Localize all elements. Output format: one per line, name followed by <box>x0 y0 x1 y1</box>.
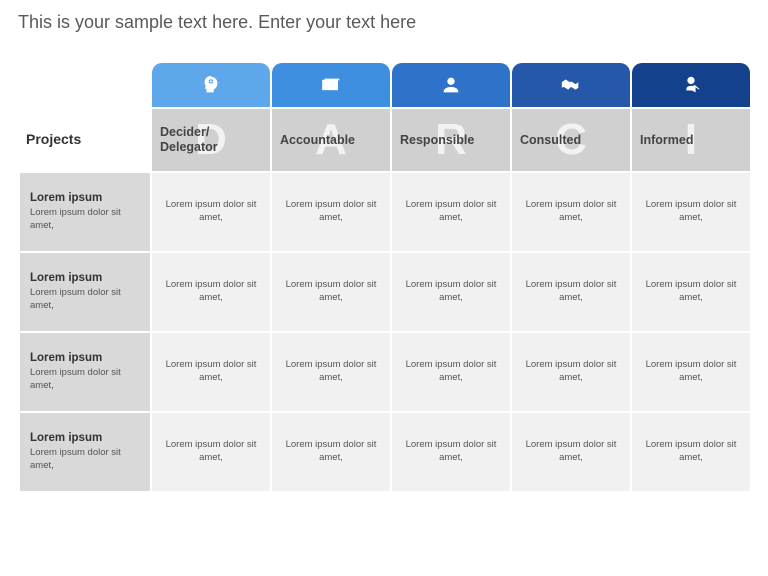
column-icon-decider <box>152 63 270 107</box>
cell: Lorem ipsum dolor sit amet, <box>632 253 750 331</box>
cell: Lorem ipsum dolor sit amet, <box>512 333 630 411</box>
column-icon-responsible <box>392 63 510 107</box>
project-title: Lorem ipsum <box>30 352 140 364</box>
megaphone-icon <box>680 74 702 96</box>
project-title: Lorem ipsum <box>30 192 140 204</box>
darci-table: Projects D Decider/Delegator A Accountab… <box>18 61 752 493</box>
cell: Lorem ipsum dolor sit amet, <box>272 413 390 491</box>
header-informed-label: Informed <box>640 133 693 148</box>
column-icon-accountable <box>272 63 390 107</box>
header-accountable-label: Accountable <box>280 133 355 148</box>
header-informed: I Informed <box>632 109 750 171</box>
header-accountable: A Accountable <box>272 109 390 171</box>
head-gear-icon <box>200 74 222 96</box>
project-cell: Lorem ipsum Lorem ipsum dolor sit amet, <box>20 173 150 251</box>
header-row: Projects D Decider/Delegator A Accountab… <box>20 109 750 171</box>
cell: Lorem ipsum dolor sit amet, <box>392 173 510 251</box>
cell: Lorem ipsum dolor sit amet, <box>512 173 630 251</box>
cell: Lorem ipsum dolor sit amet, <box>512 253 630 331</box>
cell: Lorem ipsum dolor sit amet, <box>272 253 390 331</box>
money-icon <box>320 74 342 96</box>
project-title: Lorem ipsum <box>30 432 140 444</box>
header-projects: Projects <box>20 109 150 171</box>
cell: Lorem ipsum dolor sit amet, <box>152 253 270 331</box>
cell: Lorem ipsum dolor sit amet, <box>392 333 510 411</box>
cell: Lorem ipsum dolor sit amet, <box>632 173 750 251</box>
header-projects-label: Projects <box>26 131 81 147</box>
table-row: Lorem ipsum Lorem ipsum dolor sit amet, … <box>20 413 750 491</box>
handshake-icon <box>560 74 582 96</box>
project-cell: Lorem ipsum Lorem ipsum dolor sit amet, <box>20 413 150 491</box>
header-consulted: C Consulted <box>512 109 630 171</box>
column-icon-consulted <box>512 63 630 107</box>
cell: Lorem ipsum dolor sit amet, <box>152 173 270 251</box>
icon-row-spacer <box>20 63 150 107</box>
project-sub: Lorem ipsum dolor sit amet, <box>30 287 140 312</box>
cell: Lorem ipsum dolor sit amet, <box>152 413 270 491</box>
cell: Lorem ipsum dolor sit amet, <box>272 333 390 411</box>
table-row: Lorem ipsum Lorem ipsum dolor sit amet, … <box>20 173 750 251</box>
project-sub: Lorem ipsum dolor sit amet, <box>30 207 140 232</box>
project-sub: Lorem ipsum dolor sit amet, <box>30 447 140 472</box>
cell: Lorem ipsum dolor sit amet, <box>392 413 510 491</box>
icon-row <box>20 63 750 107</box>
header-consulted-label: Consulted <box>520 133 581 148</box>
project-cell: Lorem ipsum Lorem ipsum dolor sit amet, <box>20 333 150 411</box>
header-decider-label: Decider/Delegator <box>160 125 218 155</box>
cell: Lorem ipsum dolor sit amet, <box>152 333 270 411</box>
page-title[interactable]: This is your sample text here. Enter you… <box>18 12 750 33</box>
project-sub: Lorem ipsum dolor sit amet, <box>30 367 140 392</box>
project-title: Lorem ipsum <box>30 272 140 284</box>
cell: Lorem ipsum dolor sit amet, <box>632 333 750 411</box>
column-icon-informed <box>632 63 750 107</box>
cell: Lorem ipsum dolor sit amet, <box>632 413 750 491</box>
table-row: Lorem ipsum Lorem ipsum dolor sit amet, … <box>20 253 750 331</box>
header-responsible: R Responsible <box>392 109 510 171</box>
cell: Lorem ipsum dolor sit amet, <box>392 253 510 331</box>
person-icon <box>440 74 462 96</box>
project-cell: Lorem ipsum Lorem ipsum dolor sit amet, <box>20 253 150 331</box>
slide: This is your sample text here. Enter you… <box>0 0 768 576</box>
cell: Lorem ipsum dolor sit amet, <box>512 413 630 491</box>
cell: Lorem ipsum dolor sit amet, <box>272 173 390 251</box>
header-responsible-label: Responsible <box>400 133 474 148</box>
header-decider: D Decider/Delegator <box>152 109 270 171</box>
table-row: Lorem ipsum Lorem ipsum dolor sit amet, … <box>20 333 750 411</box>
